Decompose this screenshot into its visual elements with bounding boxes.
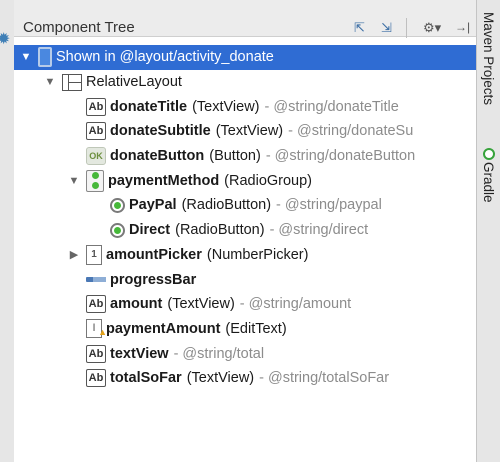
gradle-icon: [483, 148, 495, 160]
textview-icon: Ab: [86, 369, 106, 388]
tree-row[interactable]: ▶ 1 amountPicker (NumberPicker): [14, 243, 476, 268]
right-tool-strip: Maven Projects Gradle: [476, 0, 500, 462]
component-name: paymentMethod: [108, 172, 220, 189]
expanded-arrow-icon[interactable]: ▼: [68, 175, 80, 187]
component-type: (TextView): [186, 370, 255, 387]
numberpicker-icon: 1: [86, 244, 102, 265]
gear-icon[interactable]: ⚙▾: [423, 20, 441, 36]
string-reference: - @string/amount: [239, 296, 352, 313]
component-type: (TextView): [215, 123, 284, 140]
textview-icon: Ab: [86, 122, 106, 141]
tree-row[interactable]: Ab totalSoFar (TextView) - @string/totalSoF…: [14, 366, 476, 391]
tree-row[interactable]: ▼ paymentMethod (RadioGroup): [14, 168, 476, 193]
component-type: (RadioButton): [181, 197, 272, 214]
progressbar-icon: [86, 277, 106, 283]
component-name: amountPicker: [106, 246, 202, 263]
string-reference: - @string/donateButton: [265, 148, 416, 165]
gear-icon[interactable]: ✹: [0, 29, 10, 49]
component-name: donateButton: [110, 148, 205, 165]
tab-maven-projects[interactable]: Maven Projects: [481, 12, 496, 105]
radiobutton-icon: [110, 197, 125, 213]
textview-icon: Ab: [86, 295, 106, 314]
relative-layout-icon: [62, 73, 82, 91]
tree-row[interactable]: Ab donateTitle (TextView) - @string/donateT…: [14, 94, 476, 119]
component-type: (NumberPicker): [206, 246, 309, 263]
component-type: (EditText): [225, 320, 287, 337]
radiobutton-icon: [110, 222, 125, 238]
component-name: textView: [110, 345, 169, 362]
expand-all-icon[interactable]: ⇱: [354, 20, 365, 36]
tab-gradle[interactable]: Gradle: [481, 162, 496, 203]
expanded-arrow-icon[interactable]: ▼: [20, 51, 32, 63]
component-name: paymentAmount: [106, 320, 221, 337]
component-name: Direct: [129, 222, 171, 239]
string-reference: - @string/donateSu: [288, 123, 414, 140]
collapsed-arrow-icon[interactable]: ▶: [68, 248, 80, 261]
tree-row[interactable]: PayPal (RadioButton) - @string/paypal: [14, 193, 476, 218]
hide-panel-icon[interactable]: →|: [455, 20, 470, 34]
tree-row[interactable]: ▼ RelativeLayout: [14, 70, 476, 95]
textview-icon: Ab: [86, 97, 106, 116]
component-name: donateTitle: [110, 98, 188, 115]
textview-icon: Ab: [86, 344, 106, 363]
tree-row[interactable]: OK donateButton (Button) - @string/donateBu…: [14, 144, 476, 169]
button-icon: OK: [86, 147, 106, 166]
string-reference: - @string/totalSoFar: [259, 370, 390, 387]
component-type: (RadioButton): [175, 222, 265, 239]
string-reference: - @string/paypal: [276, 197, 382, 214]
tree-row[interactable]: Direct (RadioButton) - @string/direct: [14, 218, 476, 243]
tree-row[interactable]: I ▲ paymentAmount (EditText): [14, 317, 476, 342]
collapse-all-icon[interactable]: ⇲: [381, 20, 392, 36]
panel-title: Component Tree: [23, 19, 135, 36]
tree-row[interactable]: Ab amount (TextView) - @string/amount: [14, 292, 476, 317]
component-name: progressBar: [110, 271, 197, 288]
radiogroup-icon: [86, 169, 104, 192]
string-reference: - @string/donateTitle: [264, 98, 399, 115]
component-name: PayPal: [129, 197, 177, 214]
component-type: (RadioGroup): [224, 172, 313, 189]
device-icon: [38, 47, 52, 68]
tree-row[interactable]: Ab textView - @string/total: [14, 341, 476, 366]
component-type: RelativeLayout: [86, 74, 182, 91]
string-reference: - @string/total: [173, 345, 265, 362]
component-tree: ▼ Shown in @layout/activity_donate ▼ Relati…: [14, 45, 476, 391]
component-type: (Button): [209, 148, 261, 165]
left-tool-strip: ✹: [0, 0, 15, 462]
panel-header: Component Tree ⇱ ⇲ ⚙▾ →|: [14, 0, 476, 38]
string-reference: - @string/direct: [269, 222, 369, 239]
edittext-warning-icon: I ▲: [86, 319, 107, 339]
tree-row[interactable]: ▼ Shown in @layout/activity_donate: [14, 45, 476, 70]
expanded-arrow-icon[interactable]: ▼: [44, 76, 56, 88]
component-name: amount: [110, 296, 163, 313]
component-type: (TextView): [167, 296, 235, 313]
tree-row[interactable]: Ab donateSubtitle (TextView) - @string/dona…: [14, 119, 476, 144]
component-tree-panel: Component Tree ⇱ ⇲ ⚙▾ →| ▼ Shown in @layo…: [14, 0, 476, 462]
layout-root-label: Shown in @layout/activity_donate: [56, 49, 274, 66]
toolbar-divider: [406, 18, 407, 38]
component-type: (TextView): [192, 98, 260, 115]
component-name: totalSoFar: [110, 370, 182, 387]
tree-row[interactable]: progressBar: [14, 267, 476, 292]
component-name: donateSubtitle: [110, 123, 211, 140]
